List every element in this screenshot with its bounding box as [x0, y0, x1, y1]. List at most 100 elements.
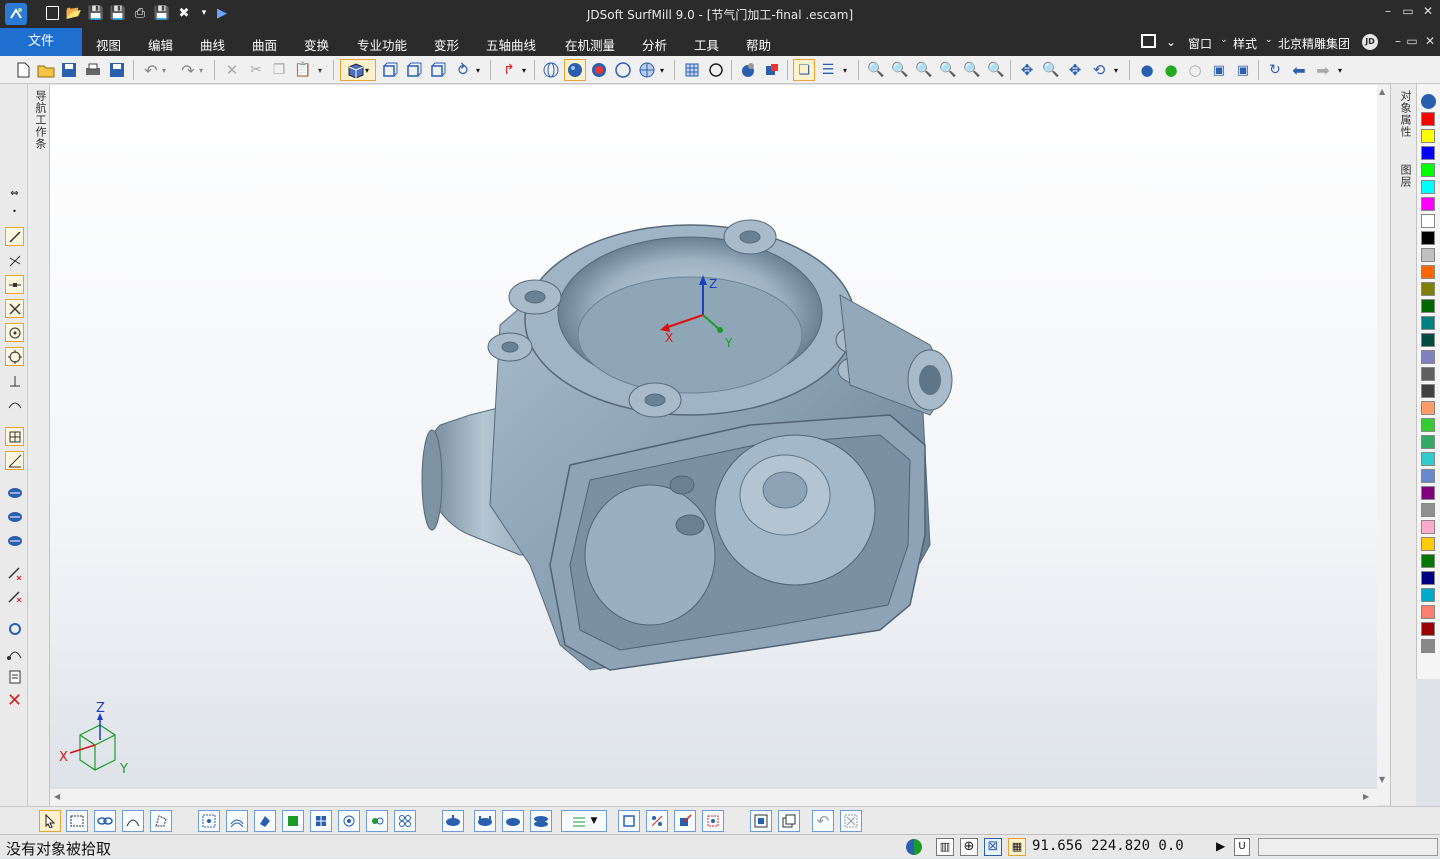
shaded-sphere-icon[interactable] [564, 59, 586, 81]
undo-select-icon[interactable]: ↶ [812, 810, 834, 832]
axis-view-icon[interactable]: ⥁ [452, 59, 474, 81]
color-swatch[interactable] [1421, 248, 1435, 262]
move-view-icon[interactable]: ✥ [1064, 59, 1086, 81]
snap-toggle-icon[interactable]: ⇔ [5, 184, 24, 203]
snap-line-icon[interactable] [5, 227, 24, 246]
axis-view-dropdown-icon[interactable]: ▾ [472, 59, 484, 81]
copy-icon[interactable]: ❐ [268, 59, 290, 81]
snap-perpendicular-icon[interactable] [5, 371, 24, 390]
light-icon[interactable] [761, 59, 783, 81]
menu-edit[interactable]: 编辑 [148, 35, 173, 54]
select-group-icon[interactable] [338, 810, 360, 832]
pan-icon[interactable]: ✥ [1016, 59, 1038, 81]
view-normal-3-icon[interactable] [502, 810, 524, 832]
color-swatch[interactable] [1421, 146, 1435, 160]
menu-professional[interactable]: 专业功能 [357, 35, 407, 54]
front-view-icon[interactable] [379, 59, 401, 81]
coordinate-dropdown-icon[interactable]: ▾ [518, 59, 530, 81]
menu-deform[interactable]: 变形 [434, 35, 459, 54]
zoom-out-icon[interactable]: 🔍 [889, 59, 911, 81]
zoom-center-icon[interactable]: 🔍 [1040, 59, 1062, 81]
snap-tangent-icon[interactable] [5, 251, 24, 270]
color-swatch[interactable] [1421, 350, 1435, 364]
select-surface-icon[interactable] [5, 483, 24, 502]
polygon-select-icon[interactable] [150, 810, 172, 832]
menu-five-axis-curve[interactable]: 五轴曲线 [486, 35, 536, 54]
select-face-icon[interactable] [5, 507, 24, 526]
color-swatch[interactable] [1421, 554, 1435, 568]
menu-transform[interactable]: 变换 [304, 35, 329, 54]
doc-restore-button[interactable]: ▭ [1402, 34, 1422, 48]
material-icon[interactable] [737, 59, 759, 81]
object-properties-tab[interactable]: 对象属性 [1397, 90, 1413, 138]
zoom-all-icon[interactable]: 🔍 [961, 59, 983, 81]
invert-visibility-icon[interactable]: ▣ [1208, 59, 1230, 81]
refresh-icon[interactable]: ↻ [1264, 59, 1286, 81]
box-select-icon[interactable] [66, 810, 88, 832]
palette-settings-icon[interactable] [1421, 94, 1436, 109]
color-swatch[interactable] [1421, 537, 1435, 551]
color-swatch[interactable] [1421, 469, 1435, 483]
select-solid-icon[interactable] [282, 810, 304, 832]
clear-selection-icon[interactable] [840, 810, 862, 832]
box-snap-icon[interactable]: ⊠ [984, 838, 1002, 856]
scroll-left-arrow-icon[interactable]: ◀ [54, 792, 60, 801]
delete-object-icon[interactable]: ✕ [5, 690, 24, 711]
menu-curve[interactable]: 曲线 [200, 35, 225, 54]
measure-distance-icon[interactable] [5, 563, 24, 582]
maximize-button[interactable]: ▭ [1398, 4, 1418, 18]
menu-analysis[interactable]: 分析 [642, 35, 667, 54]
color-swatch[interactable] [1421, 588, 1435, 602]
curve-select-icon[interactable] [122, 810, 144, 832]
menu-window[interactable]: 窗口 [1188, 35, 1212, 52]
color-swatch[interactable] [1421, 605, 1435, 619]
layer-manager-icon[interactable]: ☰ [817, 59, 839, 81]
wireframe-sphere-icon[interactable] [540, 59, 562, 81]
color-swatch[interactable] [1421, 197, 1435, 211]
edit-points-icon[interactable] [646, 810, 668, 832]
ribbon-collapse-icon[interactable]: ⌄ [1166, 35, 1176, 49]
color-swatch[interactable] [1421, 639, 1435, 653]
property-list-icon[interactable] [5, 667, 24, 686]
coordinate-lock-icon[interactable]: ▦ [1008, 838, 1026, 856]
zoom-in-icon[interactable]: 🔍 [913, 59, 935, 81]
minimize-button[interactable]: – [1378, 4, 1398, 18]
view-normal-2-icon[interactable] [474, 810, 496, 832]
ortho-mode-icon[interactable]: ▥ [936, 838, 954, 856]
view-cube-icon[interactable]: ▾ [340, 59, 376, 81]
back-arrow-icon[interactable]: ⬅ [1288, 59, 1310, 81]
snap-nearest-icon[interactable] [5, 395, 24, 414]
coordinate-play-icon[interactable]: ▶ [1216, 839, 1230, 855]
snap-quadrant-icon[interactable] [5, 347, 24, 366]
snap-midpoint-icon[interactable] [5, 275, 24, 294]
color-swatch[interactable] [1421, 112, 1435, 126]
navigation-panel-tab[interactable]: 导航工作条 [28, 84, 50, 834]
top-view-icon[interactable] [403, 59, 425, 81]
snap-center-icon[interactable] [5, 323, 24, 342]
scroll-down-arrow-icon[interactable]: ▼ [1379, 775, 1385, 784]
menu-help[interactable]: 帮助 [746, 35, 771, 54]
color-swatch[interactable] [1421, 367, 1435, 381]
select-all-types-icon[interactable] [394, 810, 416, 832]
select-point-icon[interactable] [198, 810, 220, 832]
render-dropdown-icon[interactable]: ▾ [656, 59, 668, 81]
ungroup-icon[interactable] [778, 810, 800, 832]
new-icon[interactable] [12, 59, 34, 81]
doc-close-button[interactable]: ✕ [1420, 34, 1440, 48]
pick-arrow-icon[interactable] [39, 810, 61, 832]
curve-edit-icon[interactable] [5, 643, 24, 662]
open-icon[interactable] [35, 59, 57, 81]
color-swatch[interactable] [1421, 231, 1435, 245]
sync-icon[interactable] [906, 839, 922, 855]
cut-icon[interactable]: ✂ [245, 59, 267, 81]
select-body-icon[interactable] [5, 531, 24, 550]
group-icon[interactable] [750, 810, 772, 832]
chain-select-icon[interactable] [94, 810, 116, 832]
paste-dropdown-icon[interactable]: ▾ [314, 59, 326, 81]
delete-icon[interactable]: ✕ [221, 59, 243, 81]
layer-dropdown-icon[interactable]: ▾ [839, 59, 851, 81]
coordinate-system-icon[interactable]: ↱ [498, 59, 520, 81]
visibility-toggle-icon[interactable]: ▣ [1232, 59, 1254, 81]
color-swatch[interactable] [1421, 265, 1435, 279]
snap-angle-icon[interactable] [5, 451, 24, 470]
